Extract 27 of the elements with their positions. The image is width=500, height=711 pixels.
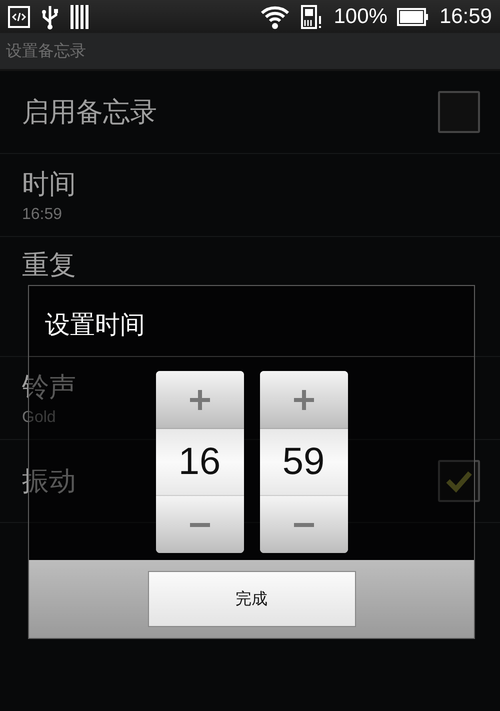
decrement-button[interactable]: [156, 496, 244, 553]
checkbox[interactable]: [438, 91, 480, 133]
clock: 16:59: [439, 4, 492, 28]
picker-value: 16: [156, 428, 244, 496]
setting-title: 时间: [22, 168, 76, 202]
check-icon: [445, 469, 473, 493]
usb-icon: [40, 4, 60, 30]
plus-icon: [188, 388, 212, 412]
screen-title: 设置备忘录: [6, 40, 86, 62]
dialog-title: 设置时间: [29, 286, 474, 357]
code-icon: [8, 6, 30, 28]
setting-title: 重复: [22, 249, 76, 283]
increment-button[interactable]: [260, 371, 348, 428]
plus-icon: [292, 388, 316, 412]
setting-summary: 16:59: [22, 206, 62, 224]
decrement-button[interactable]: [260, 496, 348, 553]
minus-icon: [188, 520, 212, 528]
checkbox[interactable]: [438, 460, 480, 502]
setting-title: 启用备忘录: [22, 96, 157, 130]
battery-percent: 100%: [334, 4, 388, 28]
done-button[interactable]: 完成: [148, 571, 356, 627]
minus-icon: [292, 520, 316, 528]
increment-button[interactable]: [156, 371, 244, 428]
picker-value: 59: [260, 428, 348, 496]
battery-icon: [397, 8, 430, 26]
sim-card-icon: [300, 4, 324, 30]
wifi-icon: [260, 4, 290, 30]
